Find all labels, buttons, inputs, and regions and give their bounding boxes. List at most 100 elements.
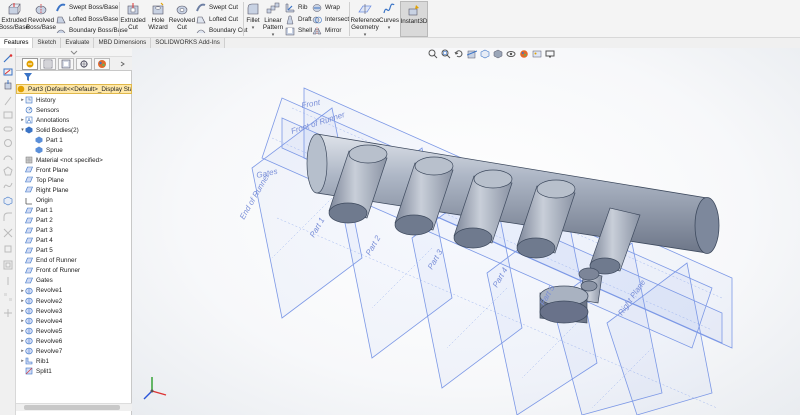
trim-icon[interactable]: [3, 228, 13, 238]
chevron-right-icon[interactable]: [120, 61, 126, 67]
tree-item-part-2[interactable]: Part 2: [16, 216, 132, 226]
plane-icon: [25, 217, 33, 223]
tree-item-revolve7[interactable]: ▸ Revolve7: [16, 346, 132, 356]
tree-item-label: Annotations: [36, 116, 70, 124]
tree-item-sensors[interactable]: Sensors: [16, 105, 132, 115]
tree-item-revolve6[interactable]: ▸ Revolve6: [16, 336, 132, 346]
tab-features[interactable]: Features: [0, 38, 34, 48]
lofted-boss-label: Lofted Boss/Base: [69, 16, 119, 23]
linear-pattern-button[interactable]: Linear Pattern ▾: [262, 2, 284, 39]
tab-feature-manager[interactable]: [22, 58, 38, 70]
swept-boss-button[interactable]: Swept Boss/Base: [56, 2, 118, 13]
collapse-arrow-icon[interactable]: [70, 50, 78, 55]
mirror-button[interactable]: Mirror: [312, 25, 341, 36]
tree-item-revolve3[interactable]: ▸ Revolve3: [16, 306, 132, 316]
wrap-button[interactable]: Wrap: [312, 2, 340, 13]
rib-button[interactable]: Rib: [285, 2, 307, 13]
draft-button[interactable]: Draft: [285, 14, 312, 25]
extruded-boss-icon: [8, 3, 21, 15]
smart-dimension-icon[interactable]: [3, 54, 13, 64]
swept-cut-button[interactable]: Swept Cut: [196, 2, 238, 13]
circle-icon[interactable]: [3, 138, 13, 148]
horizontal-scrollbar[interactable]: [16, 403, 132, 411]
tab-configuration-manager[interactable]: [58, 58, 74, 70]
extruded-boss-button[interactable]: Extruded Boss/Base: [0, 2, 29, 31]
tab-property-manager[interactable]: [40, 58, 56, 70]
tree-item-revolve2[interactable]: ▸ Revolve2: [16, 296, 132, 306]
shell-button[interactable]: Shell: [285, 25, 312, 36]
tree-item-solid-bodies-2[interactable]: ▾ Solid Bodies(2): [16, 125, 132, 135]
tab-evaluate[interactable]: Evaluate: [61, 38, 95, 48]
tree-item-split1[interactable]: Split1: [16, 366, 132, 376]
lofted-boss-button[interactable]: Lofted Boss/Base: [56, 14, 118, 25]
tree-item-end-of-runner[interactable]: End of Runner: [16, 256, 132, 266]
slot-icon[interactable]: [3, 124, 13, 134]
extruded-cut-button[interactable]: Extruded Cut: [120, 2, 146, 31]
model-canvas[interactable]: Front Front of Runner Gates End of Runne…: [132, 48, 800, 415]
tab-display-manager[interactable]: [94, 58, 110, 70]
tree-item-right-plane[interactable]: Right Plane: [16, 185, 132, 195]
arc-icon[interactable]: [3, 152, 13, 162]
tree-item-rib1[interactable]: ▸ Rib1: [16, 356, 132, 366]
spline-icon[interactable]: [3, 180, 13, 190]
curves-button[interactable]: Curves ▾: [379, 2, 399, 32]
offset-icon[interactable]: [3, 260, 13, 270]
filter-icon[interactable]: [24, 73, 32, 81]
tree-item-part-1[interactable]: Part 1: [16, 135, 132, 145]
material-icon: [25, 157, 33, 164]
sketch-pattern-icon[interactable]: [3, 292, 13, 302]
tree-item-front-plane[interactable]: Front Plane: [16, 165, 132, 175]
scrollbar-thumb[interactable]: [24, 405, 120, 410]
reference-geometry-button[interactable]: Reference Geometry ▾: [350, 2, 380, 39]
tree-item-part-1[interactable]: Part 1: [16, 206, 132, 216]
lofted-cut-button[interactable]: Lofted Cut: [196, 14, 238, 25]
move-entities-icon[interactable]: [3, 308, 13, 318]
svg-text:A: A: [27, 119, 31, 125]
coordinate-triad-icon: [143, 377, 167, 400]
tree-item-revolve5[interactable]: ▸ Revolve5: [16, 326, 132, 336]
rectangle-icon[interactable]: [3, 110, 13, 120]
convert-entities-icon[interactable]: [3, 244, 13, 254]
tree-item-origin[interactable]: Origin: [16, 196, 132, 206]
tree-item-part-5[interactable]: Part 5: [16, 246, 132, 256]
line-icon[interactable]: [3, 96, 13, 106]
tree-item-part-3[interactable]: Part 3: [16, 226, 132, 236]
tab-sketch[interactable]: Sketch: [33, 38, 62, 48]
revolved-boss-button[interactable]: Revolved Boss/Base: [26, 2, 56, 31]
tree-item-history[interactable]: ▸ History: [16, 95, 132, 105]
tab-solidworks-add-ins[interactable]: SOLIDWORKS Add-Ins: [151, 38, 225, 48]
plane-icon: [25, 237, 33, 243]
hole-wizard-button[interactable]: Hole Wizard: [146, 2, 170, 31]
intersect-button[interactable]: Intersect: [312, 14, 349, 25]
tree-item-material-not-specified[interactable]: Material <not specified>: [16, 155, 132, 165]
polygon-icon[interactable]: [3, 166, 13, 176]
boundary-boss-button[interactable]: Boundary Boss/Base: [56, 25, 128, 36]
tree-item-revolve4[interactable]: ▸ Revolve4: [16, 316, 132, 326]
tree-item-annotations[interactable]: ▸ A Annotations: [16, 115, 132, 125]
hole-wizard-label: Hole Wizard: [148, 17, 168, 31]
tree-item-part-4[interactable]: Part 4: [16, 236, 132, 246]
tree-item-top-plane[interactable]: Top Plane: [16, 175, 132, 185]
graphics-area[interactable]: Front Front of Runner Gates End of Runne…: [132, 48, 800, 415]
sketch-icon[interactable]: [3, 67, 13, 77]
instant3d-button[interactable]: Instant3D: [400, 1, 428, 37]
fillet-button[interactable]: Fillet ▾: [245, 2, 261, 32]
tree-root-part[interactable]: Part3 (Default<<Default>_Display State: [16, 84, 132, 94]
extrude-icon[interactable]: [3, 80, 13, 90]
revolve-icon: [25, 297, 33, 305]
sketch-fillet-icon[interactable]: [3, 212, 13, 222]
panel-splitter[interactable]: [16, 48, 132, 57]
tree-item-gates[interactable]: Gates: [16, 276, 132, 286]
tree-item-front-of-runner[interactable]: Front of Runner: [16, 266, 132, 276]
view-orientation-icon[interactable]: [3, 196, 13, 206]
mirror-entities-icon[interactable]: [3, 276, 13, 286]
tree-item-sprue[interactable]: Sprue: [16, 145, 132, 155]
tab-dimxpert-manager[interactable]: [76, 58, 92, 70]
tree-item-revolve1[interactable]: ▸ Revolve1: [16, 286, 132, 296]
tab-mbd-dimensions[interactable]: MBD Dimensions: [94, 38, 152, 48]
revolved-cut-button[interactable]: Revolved Cut: [169, 2, 195, 31]
boundary-cut-button[interactable]: Boundary Cut: [196, 25, 248, 36]
rib-label: Rib: [298, 4, 308, 11]
curves-dropdown-arrow[interactable]: ▾: [388, 25, 391, 32]
fillet-dropdown-arrow[interactable]: ▾: [252, 25, 255, 32]
